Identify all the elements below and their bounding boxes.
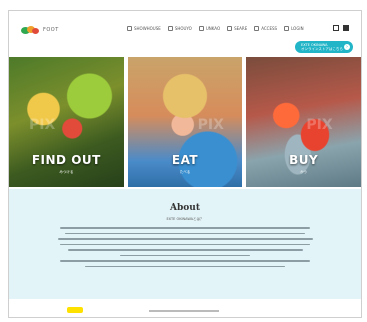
- watermark: PIX: [197, 117, 224, 133]
- panel-find-out[interactable]: PIX FIND OUT みつける: [9, 57, 124, 187]
- panel-label: BUY: [289, 153, 319, 167]
- watermark: PIX: [306, 117, 333, 133]
- about-title: About: [170, 203, 200, 213]
- nav-item-3[interactable]: SEARE: [227, 26, 247, 31]
- user-icon: [284, 26, 290, 31]
- arrow-right-icon: ›: [344, 44, 350, 50]
- about-subtitle: EXTE OKINAWAとは？: [166, 217, 204, 221]
- panel-label: FIND OUT: [31, 153, 101, 167]
- nav-label: ACCESS: [261, 26, 278, 31]
- next-section: [9, 303, 361, 317]
- nav-label: SHOUYO: [174, 26, 192, 31]
- header-icons: [333, 25, 349, 31]
- about-section: About EXTE OKINAWAとは？: [9, 189, 361, 299]
- main-nav: SHOWHOUSE SHOUYO UNKAO SEARE ACCESS LOGI…: [127, 26, 304, 31]
- nav-item-5[interactable]: LOGIN: [284, 26, 304, 31]
- nav-label: LOGIN: [291, 26, 304, 31]
- browser-viewport: FOOT SHOWHOUSE SHOUYO UNKAO SEARE ACCESS…: [8, 10, 362, 318]
- nav-item-1[interactable]: SHOUYO: [167, 26, 192, 31]
- shop-icon: [167, 26, 173, 31]
- map-icon: [198, 26, 204, 31]
- panel-sub: かう: [300, 170, 308, 174]
- panel-eat[interactable]: PIX EAT たべる: [127, 57, 243, 187]
- logo-text: FOOT: [43, 27, 59, 33]
- menu-icon[interactable]: [333, 25, 339, 31]
- text-line: [120, 254, 250, 256]
- home-icon: [127, 26, 132, 31]
- panel-label: EAT: [171, 153, 199, 167]
- panel-sub: みつける: [59, 170, 74, 174]
- text-line: [85, 265, 285, 267]
- online-store-button[interactable]: EXTE OKINAWA オンラインストアはこちら ›: [295, 41, 353, 53]
- site-logo[interactable]: FOOT: [21, 25, 59, 35]
- nav-label: UNKAO: [205, 26, 221, 31]
- nav-label: SHOWHOUSE: [134, 26, 161, 31]
- text-line: [60, 260, 310, 262]
- highlight-mark: [67, 307, 83, 313]
- section-heading: [149, 310, 219, 312]
- nav-item-0[interactable]: SHOWHOUSE: [127, 26, 161, 31]
- search-icon: [227, 26, 233, 31]
- text-line: [67, 249, 303, 251]
- panel-buy[interactable]: PIX BUY かう: [246, 57, 361, 187]
- pin-icon: [254, 26, 260, 31]
- cart-icon[interactable]: [343, 25, 349, 31]
- text-line: [60, 243, 310, 245]
- hero-panels: PIX FIND OUT みつける PIX EAT たべる PIX BUY かう: [9, 57, 361, 187]
- text-line: [57, 238, 313, 240]
- logo-mark-icon: [21, 25, 39, 35]
- nav-item-4[interactable]: ACCESS: [254, 26, 277, 31]
- about-body-text: [49, 227, 321, 271]
- watermark: PIX: [29, 117, 56, 133]
- panel-sub: たべる: [179, 170, 191, 174]
- nav-label: SEARE: [234, 26, 248, 31]
- nav-item-2[interactable]: UNKAO: [198, 26, 221, 31]
- text-line: [60, 227, 310, 229]
- text-line: [65, 232, 305, 234]
